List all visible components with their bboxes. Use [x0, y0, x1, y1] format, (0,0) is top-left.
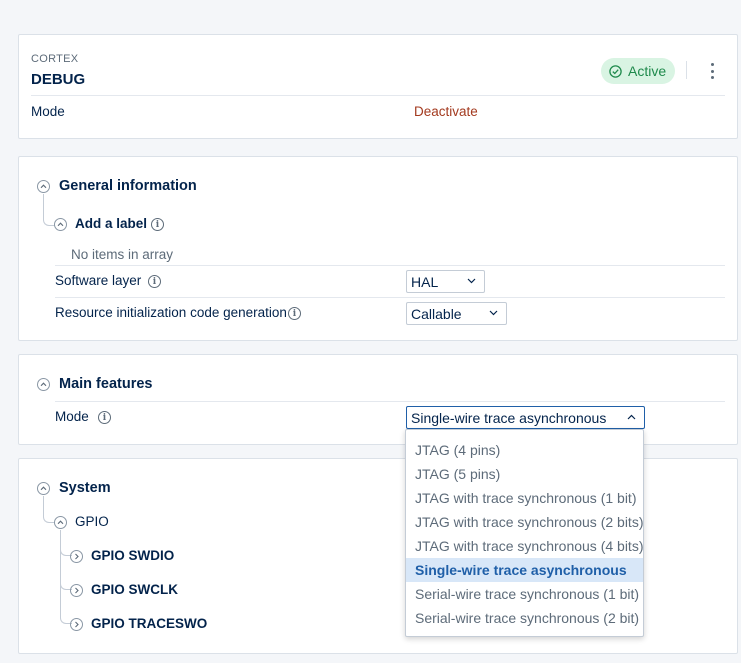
- section-title-general: General information: [59, 178, 197, 194]
- chevron-right-icon[interactable]: [70, 584, 83, 597]
- info-icon[interactable]: i: [288, 307, 301, 320]
- section-title-main-features: Main features: [59, 376, 153, 392]
- chevron-up-icon[interactable]: [37, 378, 50, 391]
- status-text: Active: [628, 63, 667, 79]
- category-label: CORTEX: [31, 53, 79, 65]
- chevron-up-icon[interactable]: [37, 180, 50, 193]
- chevron-up-icon[interactable]: [54, 218, 67, 231]
- mode-select-value: Single-wire trace asynchronous: [411, 409, 607, 426]
- dropdown-option[interactable]: JTAG with trace synchronous (1 bit): [406, 486, 643, 510]
- dropdown-option[interactable]: Serial-wire trace synchronous (2 bit): [406, 606, 643, 630]
- dropdown-option[interactable]: Serial-wire trace synchronous (1 bit): [406, 582, 643, 606]
- divider: [55, 297, 725, 298]
- add-label-title: Add a label: [75, 216, 148, 231]
- chevron-right-icon[interactable]: [70, 550, 83, 563]
- chevron-up-icon[interactable]: [54, 516, 67, 529]
- resource-init-select[interactable]: Callable: [406, 302, 507, 325]
- empty-array-text: No items in array: [71, 247, 174, 262]
- tree-connector: [43, 194, 55, 226]
- info-icon[interactable]: i: [148, 275, 161, 288]
- kebab-menu-icon[interactable]: [707, 63, 717, 79]
- mode-label: Mode: [55, 409, 89, 424]
- mode-dropdown-menu: JTAG (4 pins) JTAG (5 pins) JTAG with tr…: [405, 429, 644, 637]
- chevron-down-icon: [489, 310, 498, 316]
- mode-label: Mode: [31, 104, 65, 119]
- divider: [31, 95, 725, 96]
- software-layer-label: Software layer: [55, 273, 142, 288]
- status-badge: Active: [601, 58, 676, 84]
- divider: [55, 401, 725, 402]
- debug-header-card: CORTEX DEBUG Active Mode Deactivate: [18, 34, 738, 139]
- tree-connector: [60, 530, 72, 624]
- dropdown-option[interactable]: JTAG with trace synchronous (4 bits): [406, 534, 643, 558]
- gpio-group-title: GPIO: [75, 514, 109, 529]
- chevron-up-icon[interactable]: [37, 482, 50, 495]
- software-layer-select[interactable]: HAL: [406, 270, 485, 293]
- gpio-item[interactable]: GPIO SWCLK: [91, 582, 178, 597]
- divider: [55, 265, 725, 266]
- chevron-up-icon: [627, 414, 636, 420]
- deactivate-link[interactable]: Deactivate: [414, 104, 478, 119]
- dropdown-option[interactable]: JTAG with trace synchronous (2 bits): [406, 510, 643, 534]
- mode-select[interactable]: Single-wire trace asynchronous: [406, 406, 645, 429]
- chevron-right-icon[interactable]: [70, 618, 83, 631]
- header-divider: [686, 61, 687, 79]
- software-layer-value: HAL: [411, 273, 439, 290]
- chevron-down-icon: [467, 278, 476, 284]
- dropdown-option[interactable]: JTAG (5 pins): [406, 462, 643, 486]
- resource-init-value: Callable: [411, 305, 462, 322]
- resource-init-label: Resource initialization code generation: [55, 305, 287, 320]
- gpio-item[interactable]: GPIO TRACESWO: [91, 616, 207, 631]
- dropdown-option-selected[interactable]: Single-wire trace asynchronous: [406, 558, 643, 582]
- tree-connector: [43, 496, 55, 523]
- section-title-system: System: [59, 480, 111, 496]
- info-icon[interactable]: i: [151, 218, 164, 231]
- info-icon[interactable]: i: [98, 411, 111, 424]
- page-title: DEBUG: [31, 71, 86, 88]
- check-circle-icon: [609, 64, 622, 78]
- gpio-item[interactable]: GPIO SWDIO: [91, 548, 174, 563]
- dropdown-option[interactable]: JTAG (4 pins): [406, 438, 643, 462]
- general-information-card: General information Add a label i No ite…: [18, 156, 738, 385]
